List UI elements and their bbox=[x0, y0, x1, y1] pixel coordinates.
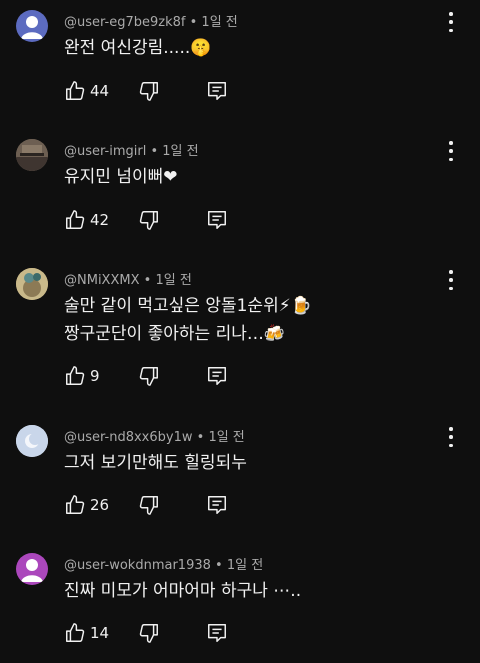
reply-icon[interactable] bbox=[206, 80, 228, 102]
thumbs-down-icon[interactable] bbox=[138, 622, 160, 644]
like-count: 9 bbox=[90, 367, 100, 385]
meta-separator: • bbox=[196, 430, 209, 445]
like-count: 14 bbox=[90, 624, 110, 642]
more-vert-icon[interactable] bbox=[448, 427, 454, 447]
comment-text-line: 그저 보기만해도 힐링되누 bbox=[64, 453, 247, 473]
more-vert-icon[interactable] bbox=[448, 270, 454, 290]
meta-separator: • bbox=[215, 558, 227, 573]
thumbs-up-icon[interactable] bbox=[64, 80, 86, 102]
comment-text: 그저 보기만해도 힐링되누 bbox=[64, 449, 247, 477]
comment-username[interactable]: @user-eg7be9zk8f bbox=[64, 15, 185, 30]
comment-username[interactable]: @user-wokdnmar1938 bbox=[64, 558, 211, 573]
avatar[interactable] bbox=[16, 553, 48, 585]
comment-text-line: 완전 여신강림.....🤫 bbox=[64, 38, 212, 58]
avatar[interactable] bbox=[16, 139, 48, 171]
comment-meta: @user-imgirl • 1일 전 bbox=[64, 140, 199, 159]
meta-separator: • bbox=[143, 273, 156, 288]
comment-text: 완전 여신강림.....🤫 bbox=[64, 34, 211, 62]
more-vert-icon[interactable] bbox=[448, 141, 454, 161]
meta-separator: • bbox=[150, 144, 163, 159]
reply-icon[interactable] bbox=[206, 209, 228, 231]
comment-time: 1일 전 bbox=[162, 144, 199, 159]
thumbs-down-icon[interactable] bbox=[138, 365, 160, 387]
photo-avatar bbox=[16, 268, 48, 300]
comment-username[interactable]: @NMiXXMX bbox=[64, 273, 140, 288]
comment-text: 진짜 미모가 어마어마 하구나 ⋯.. bbox=[64, 577, 301, 605]
comment-meta: @user-wokdnmar1938 • 1일 전 bbox=[64, 554, 263, 573]
like-count: 26 bbox=[90, 496, 110, 514]
avatar[interactable] bbox=[16, 10, 48, 42]
comment-meta: @user-eg7be9zk8f • 1일 전 bbox=[64, 11, 238, 30]
avatar[interactable] bbox=[16, 425, 48, 457]
comment-username[interactable]: @user-nd8xx6by1w bbox=[64, 430, 192, 445]
thumbs-up-icon[interactable] bbox=[64, 622, 86, 644]
reply-icon[interactable] bbox=[206, 494, 228, 516]
comment-time: 1일 전 bbox=[201, 15, 238, 30]
comment-meta: @user-nd8xx6by1w • 1일 전 bbox=[64, 426, 245, 445]
moon-icon bbox=[16, 425, 48, 457]
comment-text-line: 유지민 넘이뻐❤ bbox=[64, 167, 178, 187]
comment-text-line: 술만 같이 먹고싶은 앙돌1순위⚡🍺 bbox=[64, 296, 312, 316]
more-vert-icon[interactable] bbox=[448, 12, 454, 32]
reply-icon[interactable] bbox=[206, 365, 228, 387]
meta-separator: • bbox=[189, 15, 202, 30]
avatar[interactable] bbox=[16, 268, 48, 300]
person-icon bbox=[21, 559, 43, 582]
comment-text-line: 짱구군단이 좋아하는 리나…🍻 bbox=[64, 324, 286, 344]
comment-text-line: 진짜 미모가 어마어마 하구나 ⋯.. bbox=[64, 581, 302, 601]
thumbs-up-icon[interactable] bbox=[64, 494, 86, 516]
comment-time: 1일 전 bbox=[155, 273, 192, 288]
comment-username[interactable]: @user-imgirl bbox=[64, 144, 146, 159]
thumbs-down-icon[interactable] bbox=[138, 494, 160, 516]
photo-avatar bbox=[16, 139, 48, 171]
thumbs-down-icon[interactable] bbox=[138, 80, 160, 102]
comment-meta: @NMiXXMX • 1일 전 bbox=[64, 269, 192, 288]
comment-time: 1일 전 bbox=[226, 558, 264, 573]
comment-text: 유지민 넘이뻐❤ bbox=[64, 163, 178, 191]
person-icon bbox=[21, 16, 43, 39]
thumbs-up-icon[interactable] bbox=[64, 209, 86, 231]
like-count: 42 bbox=[90, 211, 110, 229]
thumbs-down-icon[interactable] bbox=[138, 209, 160, 231]
reply-icon[interactable] bbox=[206, 622, 228, 644]
comment-time: 1일 전 bbox=[208, 430, 245, 445]
like-count: 44 bbox=[90, 82, 110, 100]
comment-text: 술만 같이 먹고싶은 앙돌1순위⚡🍺 짱구군단이 좋아하는 리나…🍻 bbox=[64, 292, 312, 348]
thumbs-up-icon[interactable] bbox=[64, 365, 86, 387]
